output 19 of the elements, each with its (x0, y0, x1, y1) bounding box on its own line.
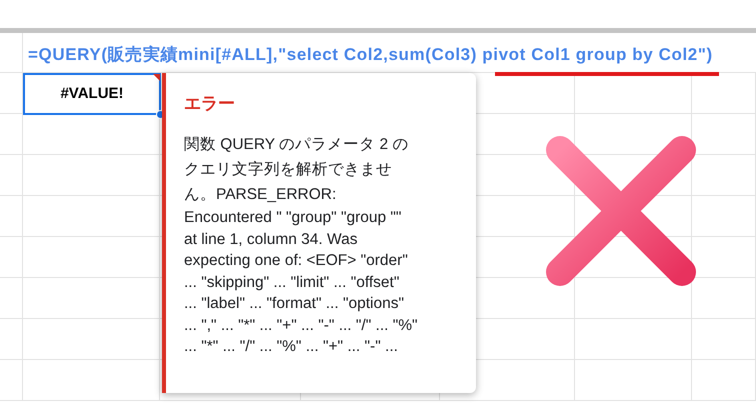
grid-cell (0, 114, 23, 155)
error-message: 関数 QUERY のパラメータ 2 の クエリ文字列を解析できませ ん。PARSE_ERROR: Encountered " "group" "group "" at line 1, column 34. Was expecting one of: <EOF> "order" ... "skipping" ... "limit" ... "offset" ... "label" ... "format" ... "options" ... "," ... "*" ... "+" ... "-" ... "/" ... "%" ... "*" ... "/" ... "%" ... "+" ... "-" ... (184, 135, 418, 357)
table-cell[interactable]: #VALUE! (23, 73, 161, 115)
grid-cell (692, 319, 756, 360)
grid-cell (0, 73, 23, 114)
formula-text: =QUERY(販売実績mini[#ALL],"select Col2,sum(Col3) pivot Col1 group by Col2") (28, 44, 713, 66)
grid-cell (0, 196, 23, 237)
grid-cell (692, 278, 756, 319)
grid-cell (0, 155, 23, 196)
grid-cell (692, 114, 756, 155)
grid-cell (692, 360, 756, 401)
grid-cell (0, 278, 23, 319)
grid-cell (692, 155, 756, 196)
error-title: エラー (184, 93, 235, 115)
grid-cell (692, 237, 756, 278)
grid-cell (0, 360, 23, 401)
grid-cell (0, 237, 23, 278)
grid-cell (0, 319, 23, 360)
grid-cell (692, 196, 756, 237)
